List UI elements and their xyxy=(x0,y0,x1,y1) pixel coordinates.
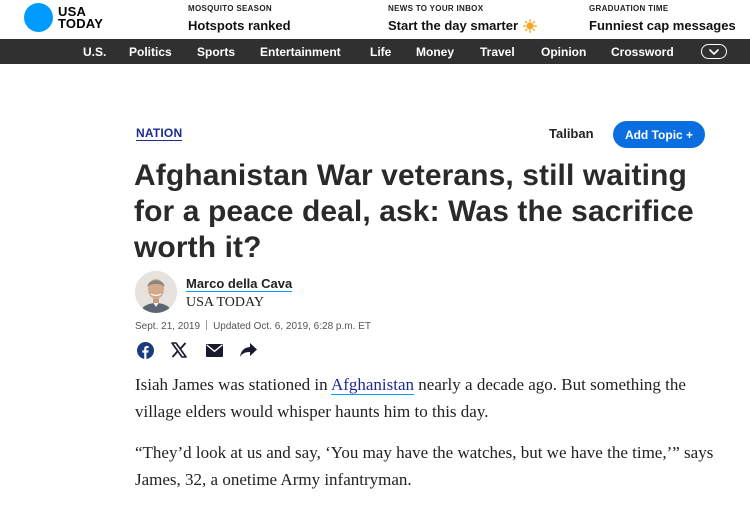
date-divider xyxy=(206,320,208,330)
promo-kicker: MOSQUITO SEASON xyxy=(188,4,272,13)
published-date: Sept. 21, 2019 xyxy=(135,321,201,332)
author-link[interactable]: Marco della Cava xyxy=(186,276,293,292)
nav-item-opinion[interactable]: Opinion xyxy=(541,45,586,59)
article-paragraph-1: Isiah James was stationed in Afghanistan… xyxy=(135,375,686,421)
section-link[interactable]: NATION xyxy=(136,127,183,141)
nav-more-button[interactable] xyxy=(701,44,727,59)
sun-icon xyxy=(523,18,537,33)
author-photo xyxy=(135,271,177,313)
article-paragraph-2: “They’d look at us and say, ‘You may hav… xyxy=(135,443,714,489)
article-title: Afghanistan War veterans, still waiting … xyxy=(134,159,694,264)
main-nav: U.S. Politics Sports Entertainment Life … xyxy=(0,39,750,64)
updated-date: Updated Oct. 6, 2019, 6:28 p.m. ET xyxy=(213,321,371,332)
author-avatar[interactable] xyxy=(135,271,177,313)
topic-label[interactable]: Taliban xyxy=(549,126,594,141)
promo-headline: Start the day smarter xyxy=(388,18,537,33)
top-promo-bar: USA TODAY MOSQUITO SEASON Hotspots ranke… xyxy=(0,0,750,39)
x-icon[interactable] xyxy=(170,341,188,359)
nav-item-life[interactable]: Life xyxy=(370,45,391,59)
nav-item-money[interactable]: Money xyxy=(416,45,454,59)
nav-item-us[interactable]: U.S. xyxy=(83,45,106,59)
facebook-icon[interactable] xyxy=(136,341,154,359)
promo-kicker: GRADUATION TIME xyxy=(589,4,669,13)
nav-item-entertainment[interactable]: Entertainment xyxy=(260,45,341,59)
promo-graduation[interactable]: GRADUATION TIME Funniest cap messages xyxy=(589,4,736,33)
afghanistan-link[interactable]: Afghanistan xyxy=(330,375,415,395)
promo-headline: Funniest cap messages xyxy=(589,18,736,33)
promo-newsletter[interactable]: NEWS TO YOUR INBOX Start the day smarter xyxy=(388,4,537,33)
nav-item-travel[interactable]: Travel xyxy=(480,45,515,59)
promo-kicker: NEWS TO YOUR INBOX xyxy=(388,4,484,13)
chevron-down-icon xyxy=(709,48,719,55)
promo-headline: Hotspots ranked xyxy=(188,18,291,33)
author-outlet: USA TODAY xyxy=(186,295,264,310)
email-icon[interactable] xyxy=(205,341,223,359)
nav-item-crossword[interactable]: Crossword xyxy=(611,45,674,59)
logo-dot xyxy=(24,3,53,32)
share-arrow-icon[interactable] xyxy=(239,341,257,359)
promo-mosquito[interactable]: MOSQUITO SEASON Hotspots ranked xyxy=(188,4,291,33)
add-topic-button[interactable]: Add Topic + xyxy=(613,121,705,148)
article-dates: Sept. 21, 2019 Updated Oct. 6, 2019, 6:28… xyxy=(135,320,371,332)
nav-item-politics[interactable]: Politics xyxy=(129,45,172,59)
usa-today-logo[interactable]: USA TODAY xyxy=(24,3,103,32)
nav-item-sports[interactable]: Sports xyxy=(197,45,235,59)
